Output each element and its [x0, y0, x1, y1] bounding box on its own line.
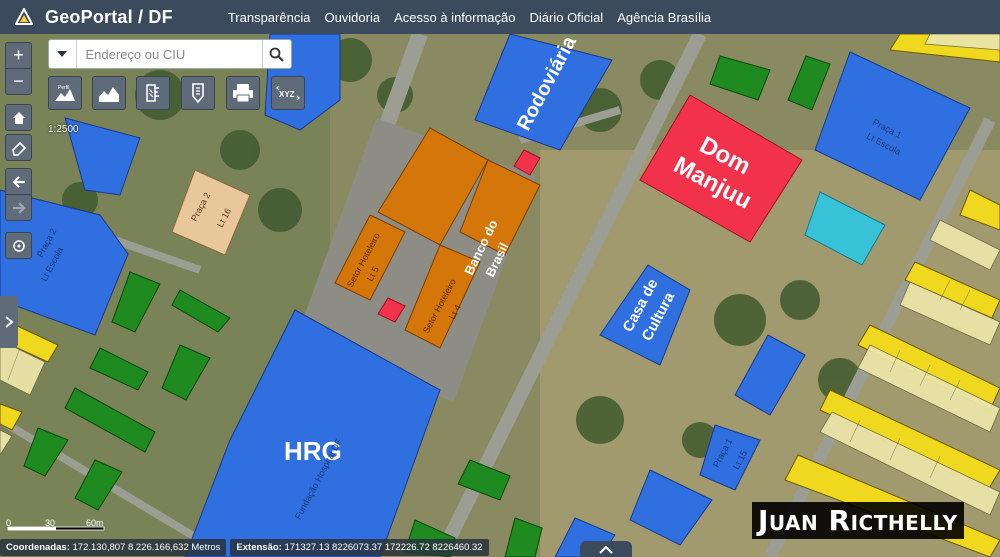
measure-tool-button[interactable] [136, 76, 170, 110]
arrow-right-icon [12, 201, 26, 214]
printer-icon [233, 84, 253, 103]
terrain-tool-button[interactable] [92, 76, 126, 110]
search-icon [269, 47, 284, 62]
profile-tool-button[interactable]: Perfil [48, 76, 82, 110]
map-scale-label: 1:2500 [48, 124, 79, 135]
map-pin-icon [192, 83, 204, 104]
print-button[interactable] [226, 76, 260, 110]
eraser-button[interactable] [5, 134, 32, 161]
search-button[interactable] [261, 40, 291, 68]
nav-link-transparencia[interactable]: Transparência [228, 10, 311, 25]
arrow-left-icon [11, 175, 25, 188]
previous-extent-button[interactable] [5, 168, 32, 195]
xyz-button[interactable]: XYZ [271, 76, 305, 110]
ruler-icon [146, 84, 159, 102]
expand-panel-button[interactable] [580, 541, 632, 557]
coordinates-readout: Coordenadas: 172.130,807 8.226.166,632 M… [0, 538, 227, 556]
coordinates-value: 172.130,807 8.226.166,632 Metros [72, 541, 221, 553]
svg-text:XYZ: XYZ [279, 90, 295, 99]
extent-readout: Extensão: 171327.13 8226073.37 172226.72… [230, 538, 489, 556]
locate-tool-button[interactable] [181, 76, 215, 110]
my-location-button[interactable] [5, 232, 32, 259]
scale-tick-60m: 60m [86, 518, 104, 528]
home-icon [12, 111, 25, 124]
nav-link-ouvidoria[interactable]: Ouvidoria [324, 10, 380, 25]
caret-down-icon [57, 51, 68, 57]
eraser-icon [11, 141, 26, 156]
status-bar: Coordenadas: 172.130,807 8.226.166,632 M… [0, 537, 1000, 557]
top-navigation-bar: GeoPortal / DF Transparência Ouvidoria A… [0, 0, 1000, 34]
brand-title[interactable]: GeoPortal / DF [45, 7, 173, 28]
home-button[interactable] [5, 104, 32, 131]
coordinates-label: Coordenadas: [6, 541, 70, 553]
brasilia-logo-icon[interactable] [15, 8, 33, 26]
nav-link-diario-oficial[interactable]: Diário Oficial [530, 10, 604, 25]
zoom-in-button[interactable]: + [5, 42, 32, 69]
next-extent-button[interactable] [5, 194, 32, 221]
author-watermark: Juan Ricthelly [752, 502, 964, 539]
elevation-profile-icon: Perfil [55, 85, 75, 101]
scale-tick-0: 0 [6, 518, 11, 528]
address-search [48, 39, 292, 69]
nav-link-agencia-brasilia[interactable]: Agência Brasília [617, 10, 711, 25]
geoportal-app: GeoPortal / DF Transparência Ouvidoria A… [0, 0, 1000, 557]
nav-link-acesso-informacao[interactable]: Acesso à informação [394, 10, 515, 25]
zoom-out-button[interactable]: − [5, 68, 32, 95]
scale-bar: 0 30 60m [6, 518, 105, 531]
extent-label: Extensão: [236, 541, 282, 553]
search-input[interactable] [76, 40, 262, 68]
svg-text:Perfil: Perfil [58, 85, 69, 91]
side-panel-toggle[interactable] [0, 296, 18, 348]
main-nav: Transparência Ouvidoria Acesso à informa… [228, 10, 711, 25]
search-type-dropdown[interactable] [49, 40, 77, 68]
chevron-right-icon [5, 316, 14, 328]
map-layer: Rodoviária Dom Manjuu Banco do Brasil Ca… [0, 34, 1000, 557]
crosshair-icon [12, 239, 25, 252]
chevron-up-icon [599, 546, 613, 554]
xyz-coordinates-icon: XYZ [276, 85, 300, 101]
scale-tick-30: 30 [45, 518, 55, 528]
map-canvas[interactable]: Rodoviária Dom Manjuu Banco do Brasil Ca… [0, 34, 1000, 557]
extent-value: 171327.13 8226073.37 172226.72 8226460.3… [284, 541, 483, 553]
terrain-icon [99, 87, 119, 102]
